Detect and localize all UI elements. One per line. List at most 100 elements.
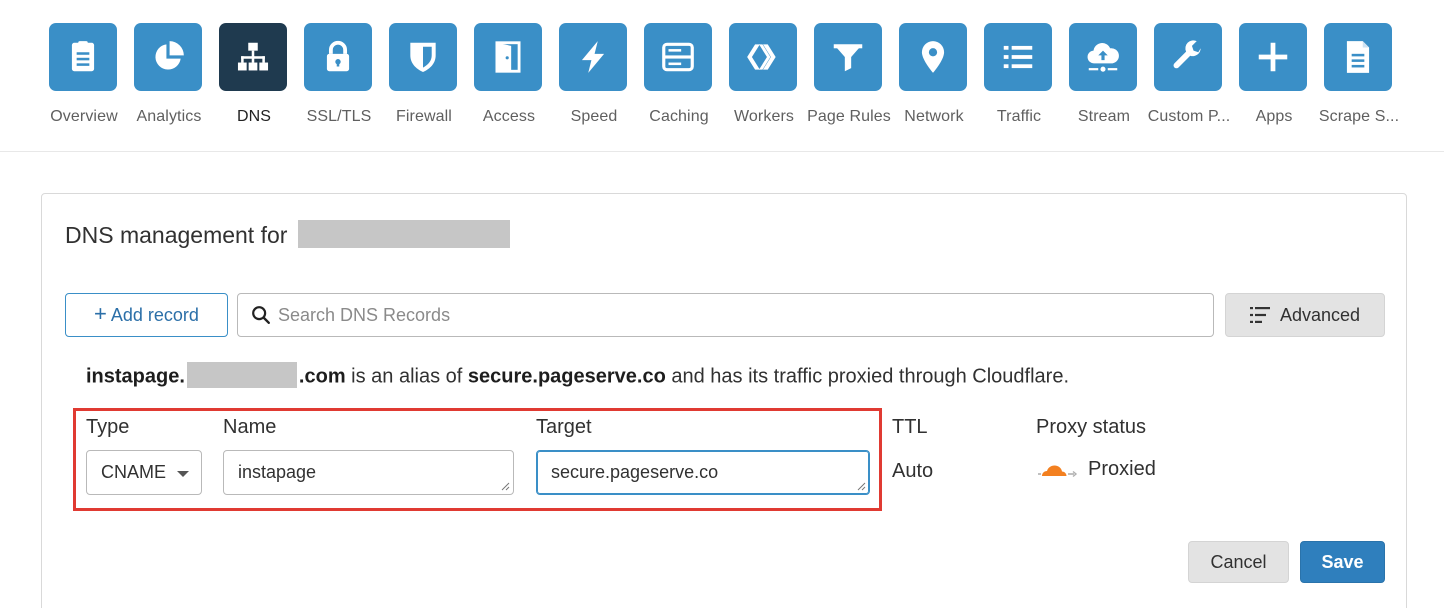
name-field-value: instapage	[238, 462, 317, 482]
nav-item-page-rules[interactable]: Page Rules	[806, 23, 892, 133]
nav-item-firewall[interactable]: Firewall	[381, 23, 467, 133]
nav-tile	[899, 23, 967, 91]
location-pin-icon	[921, 41, 945, 73]
nav-item-speed[interactable]: Speed	[551, 23, 637, 133]
target-field[interactable]: secure.pageserve.co	[536, 450, 870, 495]
page-title: DNS management for	[65, 219, 510, 251]
nav-tile	[1154, 23, 1222, 91]
nav-label: DNS	[236, 108, 272, 125]
pie-chart-icon	[155, 41, 184, 70]
type-select[interactable]: CNAME	[86, 450, 202, 495]
add-record-button[interactable]: + Add record	[65, 293, 228, 337]
nav-item-traffic[interactable]: Traffic	[976, 23, 1062, 133]
nav-tile	[729, 23, 797, 91]
resize-grip-icon[interactable]	[857, 482, 866, 491]
search-box[interactable]	[237, 293, 1214, 337]
target-field-value: secure.pageserve.co	[551, 462, 719, 482]
type-label: Type	[86, 416, 130, 438]
nav-label: Access	[482, 108, 536, 125]
nav-item-caching[interactable]: Caching	[636, 23, 722, 133]
nav-item-ssl-tls[interactable]: SSL/TLS	[296, 23, 382, 133]
dns-management-card: DNS management for + Add record Advanced…	[41, 193, 1407, 608]
nav-tile	[389, 23, 457, 91]
nav-label: Overview	[50, 108, 118, 125]
nav-item-scrape-shield[interactable]: Scrape S...	[1316, 23, 1402, 133]
nav-label: Network	[904, 108, 964, 125]
add-record-label: Add record	[110, 304, 199, 325]
ttl-label: TTL	[892, 416, 928, 438]
alias-tail: and has its traffic proxied through Clou…	[665, 365, 1070, 388]
server-icon	[662, 42, 694, 72]
nav-tile	[559, 23, 627, 91]
ttl-value: Auto	[892, 460, 934, 482]
nav-tile	[134, 23, 202, 91]
nav-tile	[814, 23, 882, 91]
name-field[interactable]: instapage	[223, 450, 514, 495]
nav-item-dns[interactable]: DNS	[211, 23, 297, 133]
proxy-status-label: Proxy status	[1036, 416, 1147, 438]
nav-label: SSL/TLS	[306, 108, 372, 125]
alias-target: secure.pageserve.co	[467, 365, 666, 388]
nav-label: Analytics	[136, 108, 202, 125]
cloud-upload-icon	[1087, 43, 1119, 72]
page-title-text: DNS management for	[65, 222, 288, 248]
target-label: Target	[536, 416, 592, 438]
network-tree-icon	[237, 42, 269, 71]
nav-label: Caching	[649, 108, 709, 125]
cancel-button[interactable]: Cancel	[1188, 541, 1289, 583]
nav-item-access[interactable]: Access	[466, 23, 552, 133]
proxy-status[interactable]: Proxied	[1036, 458, 1156, 481]
search-input[interactable]	[278, 304, 1178, 326]
door-icon	[495, 41, 521, 73]
orange-cloud-icon	[1038, 465, 1078, 477]
lightning-icon	[581, 41, 605, 73]
nav-label: Speed	[570, 108, 618, 125]
nav-label: Firewall	[396, 108, 452, 125]
nav-label: Stream	[1077, 108, 1131, 125]
filter-list-icon	[1249, 307, 1270, 323]
alias-host-suffix: .com	[298, 365, 346, 388]
search-icon	[252, 306, 270, 324]
nav-item-overview[interactable]: Overview	[41, 23, 127, 133]
document-icon	[1346, 41, 1370, 73]
top-navigation: Overview Analytics DNS SSL/TLS Firewall …	[0, 0, 1444, 152]
nav-item-workers[interactable]: Workers	[721, 23, 807, 133]
redacted-domain	[186, 362, 297, 388]
nav-item-network[interactable]: Network	[891, 23, 977, 133]
alias-host-prefix: instapage.	[86, 365, 185, 388]
nav-label: Apps	[1255, 108, 1293, 125]
nav-label: Page Rules	[807, 108, 891, 125]
resize-grip-icon[interactable]	[501, 482, 510, 491]
nav-tile	[219, 23, 287, 91]
nav-tile	[984, 23, 1052, 91]
nav-label: Custom P...	[1147, 108, 1231, 125]
nav-item-stream[interactable]: Stream	[1061, 23, 1147, 133]
chevron-down-icon	[177, 471, 189, 477]
plus-icon	[1258, 42, 1288, 72]
nav-tile	[1069, 23, 1137, 91]
advanced-button[interactable]: Advanced	[1225, 293, 1385, 337]
nav-tile	[1324, 23, 1392, 91]
plus-icon: +	[94, 301, 107, 326]
nav-item-apps[interactable]: Apps	[1231, 23, 1317, 133]
nav-tile	[474, 23, 542, 91]
nav-tile	[304, 23, 372, 91]
proxy-status-value: Proxied	[1088, 458, 1156, 480]
nav-tile	[1239, 23, 1307, 91]
name-label: Name	[223, 416, 277, 438]
nav-tile	[49, 23, 117, 91]
list-icon	[1003, 45, 1033, 69]
nav-tile	[644, 23, 712, 91]
shield-icon	[410, 42, 436, 73]
save-button[interactable]: Save	[1300, 541, 1385, 583]
nav-item-custom-pages[interactable]: Custom P...	[1146, 23, 1232, 133]
wrench-icon	[1173, 40, 1201, 69]
clipboard-icon	[71, 41, 95, 72]
nav-item-analytics[interactable]: Analytics	[126, 23, 212, 133]
lock-icon	[326, 40, 350, 72]
nav-label: Workers	[734, 108, 794, 125]
nav-label: Traffic	[996, 108, 1042, 125]
filter-icon	[833, 44, 863, 72]
workers-icon	[747, 44, 776, 70]
type-select-value: CNAME	[101, 462, 167, 482]
